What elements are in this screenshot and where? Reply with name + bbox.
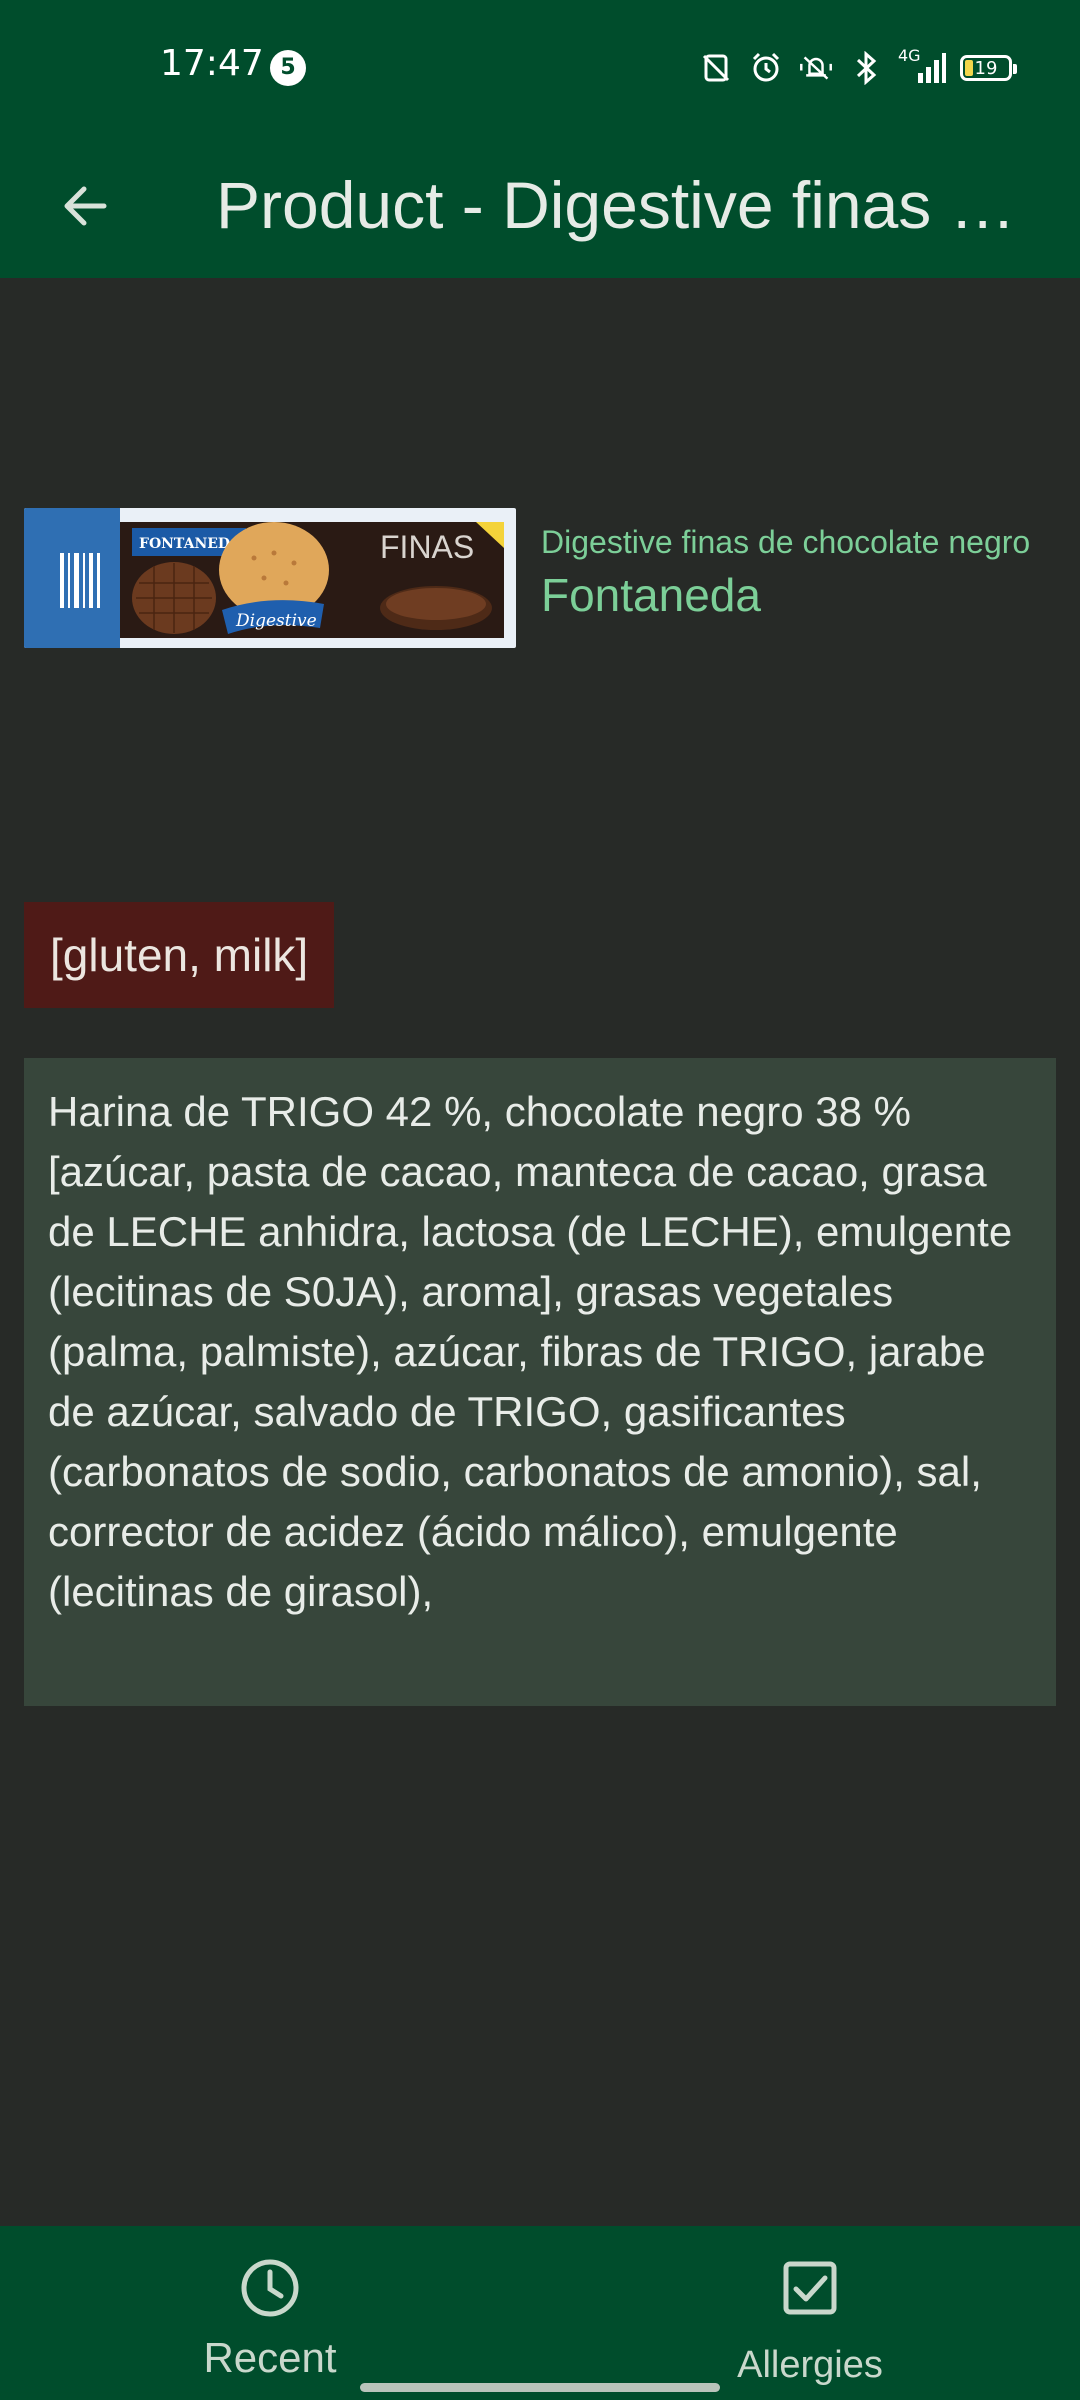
battery-level: 19 [974,57,998,79]
ingredients-text: Harina de TRIGO 42 %, chocolate negro 38… [24,1058,1056,1706]
app-bar: Product - Digestive finas de chocolate n… [0,135,1080,278]
signal-icon: 4G [898,46,946,86]
bottom-navigation: Recent Allergies [0,2226,1080,2400]
alarm-icon [748,50,784,86]
nav-item-allergies[interactable]: Allergies [660,2226,960,2400]
nav-item-recent[interactable]: Recent [120,2226,420,2400]
nfc-off-icon [698,50,734,86]
gesture-handle[interactable] [360,2383,720,2392]
notification-count-badge: 5 [270,50,306,86]
status-bar: 17:47 5 4G 19 [0,0,1080,135]
package-variant-text: FINAS [380,529,474,565]
nav-item-allergies-label: Allergies [737,2344,883,2386]
page-title: Product - Digestive finas de chocolate n… [216,168,1036,242]
allergens-badge: [gluten, milk] [24,902,335,1008]
arrow-left-icon [64,186,107,226]
product-brand: Fontaneda [541,569,761,621]
package-product-text: Digestive [235,611,317,631]
status-time: 17:47 [160,43,264,84]
status-icons: 4G 19 [698,46,1017,88]
bluetooth-icon [848,50,884,86]
product-name: Digestive finas de chocolate negro [541,524,1031,560]
nav-item-recent-label: Recent [203,2334,337,2381]
back-button[interactable] [50,171,120,241]
battery-icon: 19 [960,55,1017,81]
network-type-label: 4G [898,46,921,65]
clock-icon [241,2259,299,2317]
checkbox-icon [783,2261,837,2315]
mute-icon [798,50,834,86]
product-image: FONTANEDA Digestive FINAS [24,508,516,648]
